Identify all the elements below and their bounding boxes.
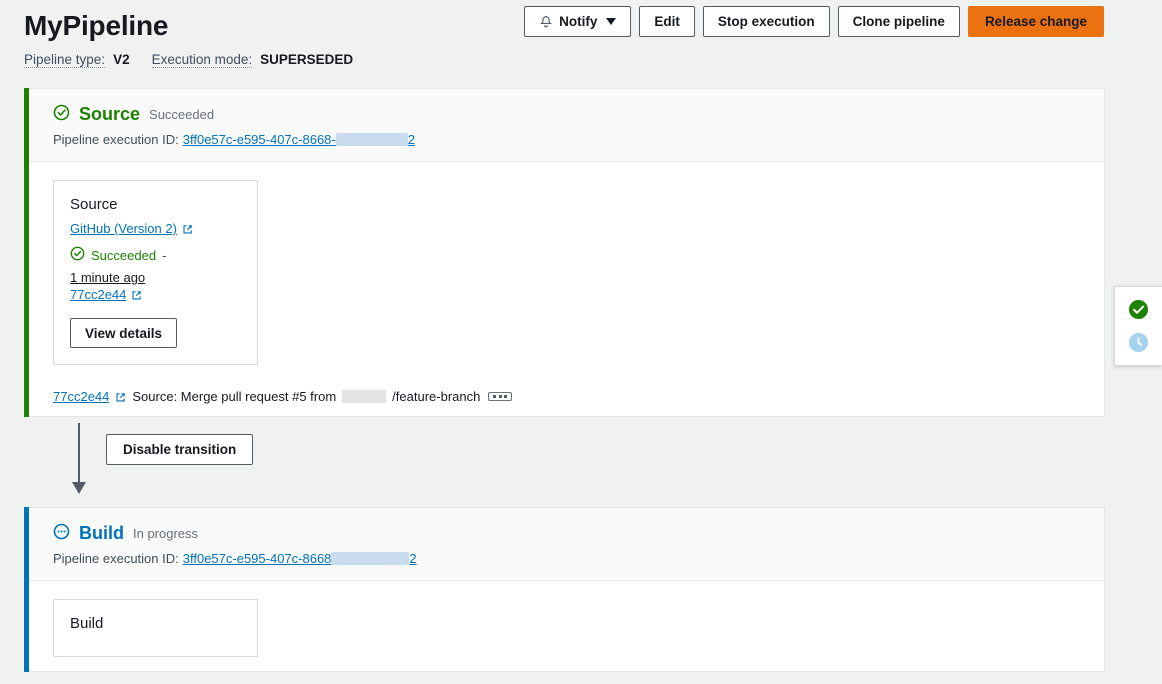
action-card-build[interactable]: Build — [53, 599, 258, 657]
stage-build-title: Build — [79, 523, 124, 543]
action-build-name: Build — [70, 615, 104, 632]
edit-button[interactable]: Edit — [639, 6, 695, 37]
notify-button[interactable]: Notify — [524, 6, 632, 37]
action-source-separator: - — [162, 247, 167, 263]
action-source-status: Succeeded — [91, 247, 157, 263]
pipeline-meta-row: Pipeline type: V2 Execution mode: SUPERS… — [24, 52, 367, 68]
stage-source-header: Source Succeeded Pipeline execution ID: … — [25, 89, 1104, 162]
stage-source-status: Succeeded — [149, 106, 215, 122]
release-change-button[interactable]: Release change — [967, 6, 1104, 37]
redacted-execution-id — [335, 133, 408, 146]
external-link-icon — [182, 223, 193, 234]
summary-message-prefix: Source: Merge pull request #5 from — [132, 389, 337, 404]
action-source-status-row: Succeeded - 1 minute ago — [70, 246, 241, 285]
bell-icon — [539, 15, 553, 29]
title-block: MyPipeline Pipeline type: V2 Execution m… — [24, 6, 367, 68]
action-source-time[interactable]: 1 minute ago — [70, 270, 145, 285]
stage-source-execution: Pipeline execution ID: 3ff0e57c-e595-407… — [53, 132, 1104, 147]
clock-progress-icon[interactable] — [1128, 332, 1149, 353]
stage-build-body: Build — [25, 581, 1104, 671]
pipeline-stages: Source Succeeded Pipeline execution ID: … — [0, 88, 1162, 672]
stage-source-execution-id-value: 3ff0e57c-e595-407c-8668- — [182, 132, 336, 147]
stage-source: Source Succeeded Pipeline execution ID: … — [24, 88, 1105, 417]
stage-source-execution-id-link[interactable]: 3ff0e57c-e595-407c-8668- 2 — [183, 132, 415, 147]
ellipsis-icon[interactable] — [488, 392, 513, 401]
stage-build-execution-id-suffix: 2 — [409, 551, 417, 566]
disable-transition-button[interactable]: Disable transition — [106, 434, 254, 465]
check-circle-icon — [70, 246, 85, 264]
action-source-name: Source — [70, 196, 118, 213]
arrow-down-icon — [72, 423, 86, 494]
summary-commit-link[interactable]: 77cc2e44 — [53, 389, 109, 404]
check-circle-icon — [53, 104, 70, 124]
action-card-source[interactable]: Source GitHub (Version 2) Succeeded - 1 … — [53, 180, 258, 365]
clone-pipeline-button[interactable]: Clone pipeline — [837, 6, 960, 37]
stage-build: Build In progress Pipeline execution ID:… — [24, 507, 1105, 672]
action-source-provider-link[interactable]: GitHub (Version 2) — [70, 221, 177, 236]
redacted-execution-id — [331, 552, 410, 565]
action-source-provider-row: GitHub (Version 2) — [70, 221, 241, 236]
stage-source-title: Source — [79, 104, 141, 124]
execution-mode-value: SUPERSEDED — [260, 52, 354, 67]
pipeline-type-label: Pipeline type: — [24, 52, 106, 68]
stage-build-execution-id-link[interactable]: 3ff0e57c-e595-407c-8668 2 — [183, 551, 417, 566]
pipeline-type-value: V2 — [113, 52, 130, 67]
redacted-owner-name — [342, 390, 387, 403]
pipeline-minimap[interactable] — [1114, 286, 1162, 366]
stage-build-header: Build In progress Pipeline execution ID:… — [25, 508, 1104, 581]
page-header: MyPipeline Pipeline type: V2 Execution m… — [0, 0, 1162, 88]
external-link-icon — [131, 289, 142, 300]
stage-build-execution-id-value: 3ff0e57c-e595-407c-8668 — [182, 551, 332, 566]
stage-source-execution-id-suffix: 2 — [407, 132, 415, 147]
check-circle-filled-icon[interactable] — [1128, 299, 1149, 320]
stop-execution-button[interactable]: Stop execution — [702, 6, 830, 37]
stage-build-title-row: Build In progress — [53, 522, 1104, 544]
in-progress-circle-icon — [53, 523, 70, 543]
page-title: MyPipeline — [24, 10, 169, 41]
stage-build-execution-label: Pipeline execution ID: — [53, 551, 179, 566]
stage-build-status: In progress — [133, 525, 199, 541]
stage-source-title-row: Source Succeeded — [53, 103, 1104, 125]
caret-down-icon — [606, 18, 617, 25]
action-source-commit-row: 77cc2e44 — [70, 287, 241, 302]
stage-source-summary: 77cc2e44 Source: Merge pull request #5 f… — [25, 379, 1104, 416]
stage-transition: Disable transition — [24, 417, 1138, 507]
stage-source-body: Source GitHub (Version 2) Succeeded - 1 … — [25, 162, 1104, 379]
stage-build-execution: Pipeline execution ID: 3ff0e57c-e595-407… — [53, 551, 1104, 566]
header-actions: Notify Edit Stop execution Clone pipelin… — [524, 6, 1104, 37]
notify-label: Notify — [559, 14, 598, 29]
external-link-icon — [115, 391, 126, 402]
stage-source-execution-label: Pipeline execution ID: — [53, 132, 179, 147]
view-details-button[interactable]: View details — [70, 318, 178, 348]
execution-mode-label: Execution mode: — [151, 52, 253, 68]
action-source-commit-link[interactable]: 77cc2e44 — [70, 287, 126, 302]
summary-message-suffix: /feature-branch — [392, 389, 481, 404]
